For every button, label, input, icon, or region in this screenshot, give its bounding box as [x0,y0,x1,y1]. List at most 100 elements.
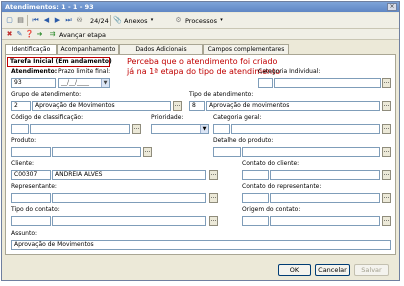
tipo-contato-lookup-button[interactable]: ... [209,216,218,226]
save-label: Salvar [361,266,382,274]
window-title: Atendimentos: 1 - 1 - 93 [5,3,94,11]
produto-lookup-button[interactable]: ... [143,147,152,157]
contato-cliente-lookup-button[interactable]: ... [382,170,391,180]
new-record-button[interactable]: ▢ [5,15,14,26]
codigo-label: Código de classificação: [11,114,84,121]
toolbar-row-2: ✖ ✎ ❓ ➜ ⇉ Avançar etapa [2,29,399,40]
detalhe-lookup-button[interactable]: ... [382,147,391,157]
categoria-geral-code-field[interactable] [213,124,230,134]
representante-lookup-button[interactable]: ... [209,193,218,203]
tipo-atendimento-label: Tipo de atendimento: [189,91,254,98]
chevron-down-icon[interactable]: ▼ [200,125,208,133]
prazo-field[interactable]: __/__/____ ▼ [58,78,110,88]
chevron-down-icon[interactable]: ▼ [101,79,109,87]
last-record-button[interactable]: ⏭ [64,15,73,26]
printer-icon: ▤ [17,16,24,24]
codigo-code-field[interactable] [11,124,29,134]
binoculars-icon: ♾ [76,16,83,24]
origem-field[interactable] [270,216,380,226]
contato-rep-lookup-button[interactable]: ... [382,193,391,203]
task-icon[interactable]: ✎ [15,30,24,39]
send-icon[interactable]: ➜ [35,30,44,39]
categoria-geral-label: Categoria geral: [213,114,262,121]
record-counter: 24/24 [90,16,109,25]
tab-acompanhamento[interactable]: Acompanhamento [57,44,119,54]
cliente-field[interactable]: ANDRÉIA ALVES [52,170,206,180]
cancel-label: Cancelar [318,266,347,274]
processes-button[interactable]: ⚙ Processos ▾ [174,15,226,26]
tab-campos-complementares[interactable]: Campos complementares [203,44,289,54]
search-button[interactable]: ♾ [75,15,84,26]
origem-contato-label: Origem do contato: [242,206,301,213]
contato-cliente-field[interactable] [270,170,380,180]
contato-rep-code-field[interactable] [242,193,269,203]
save-button[interactable]: Salvar [354,264,389,276]
tipo-code-field[interactable]: 8 [189,101,205,111]
next-arrow-icon: ▶ [54,16,61,24]
attention-icon[interactable]: ❓ [25,30,34,39]
origem-lookup-button[interactable]: ... [382,216,391,226]
categoria-individual-field[interactable] [274,78,381,88]
categoria-geral-lookup-button[interactable]: ... [382,124,391,134]
grupo-code-field[interactable]: 2 [11,101,31,111]
tipo-contato-field[interactable] [52,216,206,226]
last-arrow-icon: ⏭ [65,16,72,24]
detalhe-field[interactable] [242,147,380,157]
counter: 24/24 [88,15,109,26]
representante-code-field[interactable] [11,193,51,203]
tipo-contato-code-field[interactable] [11,216,51,226]
categoria-geral-field[interactable] [231,124,380,134]
chevron-down-icon: ▾ [150,17,154,23]
categoria-individual-lookup-button[interactable]: ... [382,78,391,88]
representante-label: Representante: [11,183,57,190]
advance-arrow-icon: ⇉ [49,30,56,38]
contato-rep-field[interactable] [270,193,380,203]
processes-label: Processos [185,16,218,25]
identificacao-panel: Tarefa Inicial (Em andamento) Perceba qu… [5,54,396,255]
cliente-lookup-button[interactable]: ... [209,170,218,180]
cliente-label: Cliente: [11,160,35,167]
ok-button[interactable]: OK [278,264,311,276]
grupo-field[interactable]: Aprovação de Movimentos [32,101,171,111]
gear-icon: ⚙ [175,16,182,24]
assunto-field[interactable]: Aprovação de Movimentos [11,240,391,250]
toolbar: ▢ ▤ ⏮ ◀ ▶ ⏭ ♾ 24/24 📎 Anexos ▾ ⚙ Process… [2,13,399,29]
atendimento-field[interactable]: 93 [11,78,56,88]
representante-field[interactable] [52,193,206,203]
origem-code-field[interactable] [242,216,269,226]
annexes-button[interactable]: 📎 Anexos ▾ [113,15,156,26]
produto-label: Produto: [11,137,37,144]
atendimento-label: Atendimento: [11,68,58,75]
next-record-button[interactable]: ▶ [53,15,62,26]
prioridade-label: Prioridade: [151,114,184,121]
prioridade-select[interactable]: ▼ [151,124,209,134]
delete-icon[interactable]: ✖ [5,30,14,39]
prazo-value: __/__/____ [61,79,90,86]
cancel-button[interactable]: Cancelar [315,264,350,276]
codigo-field[interactable] [30,124,130,134]
grupo-lookup-button[interactable]: ... [173,101,182,111]
tipo-lookup-button[interactable]: ... [382,101,391,111]
categoria-individual-code-field[interactable] [258,78,273,88]
contato-representante-label: Contato do representante: [242,183,322,190]
tipo-contato-label: Tipo do contato: [11,206,60,213]
advance-step-button[interactable]: ⇉ Avançar etapa [48,30,106,39]
detalhe-produto-label: Detalhe do produto: [213,137,274,144]
paperclip-icon: 📎 [113,16,122,24]
tipo-field[interactable]: Aprovação de movimentos [206,101,380,111]
produto-code-field[interactable] [11,147,51,157]
close-button[interactable]: × [387,3,397,11]
produto-field[interactable] [52,147,141,157]
contato-cliente-code-field[interactable] [242,170,269,180]
previous-record-button[interactable]: ◀ [42,15,51,26]
ok-label: OK [289,266,300,274]
prazo-label: Prazo limite final: [58,68,111,75]
print-button[interactable]: ▤ [16,15,25,26]
codigo-lookup-button[interactable]: ... [132,124,141,134]
cliente-code-field[interactable]: C00307 [11,170,51,180]
detalhe-code-field[interactable] [213,147,241,157]
first-record-button[interactable]: ⏮ [31,15,40,26]
tab-dados-adicionais[interactable]: Dados Adicionais [119,44,203,54]
status-badge: Tarefa Inicial (Em andamento) [7,57,112,67]
atendimento-window: Atendimentos: 1 - 1 - 93 × ▢ ▤ ⏮ ◀ ▶ ⏭ ♾… [1,1,400,281]
